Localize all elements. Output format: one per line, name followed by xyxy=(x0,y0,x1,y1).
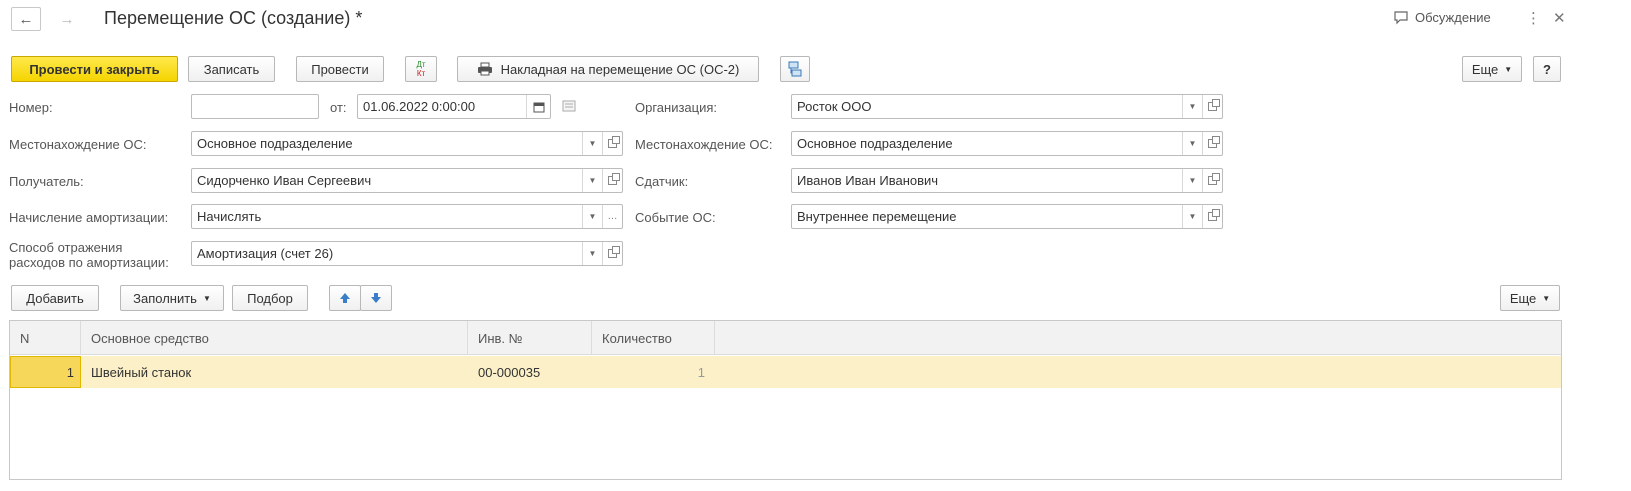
column-header-inv[interactable]: Инв. № xyxy=(468,321,592,355)
cell-inv[interactable]: 00-000035 xyxy=(468,356,592,388)
dropdown-icon[interactable]: ▼ xyxy=(582,205,602,228)
chevron-down-icon: ▼ xyxy=(202,293,211,303)
open-icon[interactable] xyxy=(1202,169,1222,192)
method-label-line1: Способ отражения xyxy=(9,240,123,255)
assets-table[interactable]: N Основное средство Инв. № Количество 1 … xyxy=(9,320,1562,480)
arrow-up-icon xyxy=(340,293,350,303)
number-field[interactable] xyxy=(191,94,319,119)
dropdown-icon[interactable]: ▼ xyxy=(582,169,602,192)
dropdown-icon[interactable]: ▼ xyxy=(1182,132,1202,155)
open-icon[interactable] xyxy=(1202,132,1222,155)
method-label: Способ отражения расходов по амортизации… xyxy=(9,240,169,270)
chevron-down-icon: ▼ xyxy=(1504,64,1513,74)
add-button[interactable]: Добавить xyxy=(11,285,99,311)
dropdown-icon[interactable]: ▼ xyxy=(1182,169,1202,192)
select-icon[interactable]: … xyxy=(602,205,622,228)
organization-field[interactable]: Росток ООО ▼ xyxy=(791,94,1223,119)
location-label: Местонахождение ОС: xyxy=(9,137,147,152)
close-icon[interactable]: ✕ xyxy=(1553,9,1566,27)
page-title: Перемещение ОС (создание) * xyxy=(104,8,363,28)
back-button[interactable]: ← xyxy=(11,7,41,31)
recipient-field[interactable]: Сидорченко Иван Сергеевич ▼ xyxy=(191,168,623,193)
amortization-label: Начисление амортизации: xyxy=(9,210,169,225)
column-header-qty[interactable]: Количество xyxy=(592,321,715,355)
table-header: N Основное средство Инв. № Количество xyxy=(10,321,1561,355)
arrow-right-icon: → xyxy=(59,10,75,28)
date-field[interactable]: 01.06.2022 0:00:00 xyxy=(357,94,551,119)
open-icon[interactable] xyxy=(602,169,622,192)
open-icon[interactable] xyxy=(602,132,622,155)
arrow-left-icon: ← xyxy=(18,10,34,28)
organization-label: Организация: xyxy=(635,100,718,115)
move-down-button[interactable] xyxy=(360,285,392,311)
help-button[interactable]: ? xyxy=(1533,56,1561,82)
dropdown-icon[interactable]: ▼ xyxy=(582,132,602,155)
open-icon[interactable] xyxy=(1202,95,1222,118)
method-label-line2: расходов по амортизации: xyxy=(9,255,169,270)
table-more-button[interactable]: Еще ▼ xyxy=(1500,285,1560,311)
location2-field[interactable]: Основное подразделение ▼ xyxy=(791,131,1223,156)
structure-button[interactable] xyxy=(780,56,810,82)
column-header-n[interactable]: N xyxy=(10,321,81,355)
print-waybill-button[interactable]: Накладная на перемещение ОС (ОС-2) xyxy=(457,56,759,82)
date-from-label: от: xyxy=(330,100,347,115)
post-button[interactable]: Провести xyxy=(296,56,384,82)
comment-icon[interactable] xyxy=(562,100,576,115)
more-vertical-icon[interactable]: ⋮ xyxy=(1526,9,1541,27)
event-field[interactable]: Внутреннее перемещение ▼ xyxy=(791,204,1223,229)
discussion-button[interactable]: Обсуждение xyxy=(1393,10,1491,25)
event-label: Событие ОС: xyxy=(635,210,716,225)
recipient-label: Получатель: xyxy=(9,174,84,189)
printer-icon xyxy=(477,62,492,76)
sender-field[interactable]: Иванов Иван Иванович ▼ xyxy=(791,168,1223,193)
dt-kt-icon: Дт Кт xyxy=(416,60,426,78)
fill-button[interactable]: Заполнить ▼ xyxy=(120,285,224,311)
more-label: Еще xyxy=(1471,61,1499,77)
open-icon[interactable] xyxy=(602,242,622,265)
document-structure-icon xyxy=(788,61,802,77)
fill-label: Заполнить xyxy=(133,290,197,306)
table-more-label: Еще xyxy=(1509,290,1537,306)
dt-kt-button[interactable]: Дт Кт xyxy=(405,56,437,82)
discussion-label: Обсуждение xyxy=(1415,10,1491,25)
forward-button[interactable]: → xyxy=(52,7,82,31)
cell-asset[interactable]: Швейный станок xyxy=(81,356,468,388)
arrow-down-icon xyxy=(371,293,381,303)
save-button[interactable]: Записать xyxy=(188,56,275,82)
table-row[interactable]: 1 Швейный станок 00-000035 1 xyxy=(10,356,1561,388)
more-button[interactable]: Еще ▼ xyxy=(1462,56,1522,82)
post-and-close-button[interactable]: Провести и закрыть xyxy=(11,56,178,82)
number-label: Номер: xyxy=(9,100,53,115)
chat-icon xyxy=(1394,10,1408,24)
amortization-field[interactable]: Начислять ▼ … xyxy=(191,204,623,229)
cell-n[interactable]: 1 xyxy=(10,356,81,388)
location2-label: Местонахождение ОС: xyxy=(635,137,773,152)
sender-label: Сдатчик: xyxy=(635,174,689,189)
dropdown-icon[interactable]: ▼ xyxy=(1182,95,1202,118)
move-up-button[interactable] xyxy=(329,285,361,311)
cell-qty[interactable]: 1 xyxy=(592,356,715,388)
pick-button[interactable]: Подбор xyxy=(232,285,308,311)
open-icon[interactable] xyxy=(1202,205,1222,228)
calendar-icon[interactable] xyxy=(526,95,550,118)
chevron-down-icon: ▼ xyxy=(1542,293,1551,303)
dropdown-icon[interactable]: ▼ xyxy=(582,242,602,265)
print-waybill-label: Накладная на перемещение ОС (ОС-2) xyxy=(500,61,740,77)
location-field[interactable]: Основное подразделение ▼ xyxy=(191,131,623,156)
column-header-asset[interactable]: Основное средство xyxy=(81,321,468,355)
dropdown-icon[interactable]: ▼ xyxy=(1182,205,1202,228)
method-field[interactable]: Амортизация (счет 26) ▼ xyxy=(191,241,623,266)
